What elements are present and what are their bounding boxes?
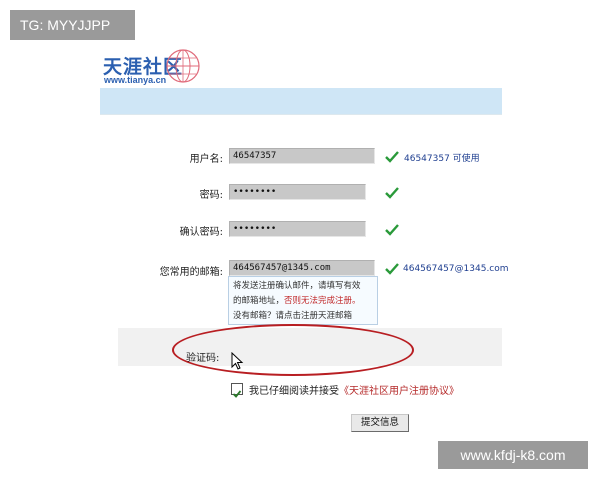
submit-button[interactable]: 提交信息 [351, 414, 409, 432]
username-label: 用户名: [189, 154, 223, 165]
agreement-link[interactable]: 《天涯社区用户注册协议》 [339, 386, 459, 397]
banner-divider [100, 114, 502, 115]
logo-url: www.tianya.cn [104, 75, 167, 85]
watermark-top-left: TG: MYYJJPP [10, 10, 135, 40]
register-tianya-mail-link[interactable]: 没有邮箱？请点击注册天涯邮箱 [233, 309, 373, 324]
email-tip-line2: 的邮箱地址，否则无法完成注册。 [233, 296, 361, 306]
email-input[interactable]: 464567457@1345.com [229, 260, 375, 276]
email-status: 464567457@1345.com [403, 264, 509, 274]
email-label: 您常用的邮箱: [159, 267, 223, 278]
email-tip-warning: 否则无法完成注册。 [284, 296, 361, 306]
tianya-logo[interactable]: 天涯社区 www.tianya.cn [103, 48, 203, 88]
password-input[interactable]: •••••••• [229, 184, 366, 200]
header-banner [100, 88, 502, 114]
agreement-checkbox[interactable] [231, 383, 243, 398]
check-icon [385, 151, 399, 163]
agreement-text: 我已仔细阅读并接受《天涯社区用户注册协议》 [249, 386, 459, 397]
captcha-label: 验证码: [186, 353, 220, 364]
checkbox-check-icon [232, 390, 242, 398]
email-tip-line1: 将发送注册确认邮件，请填写有效 [233, 281, 361, 291]
password-label: 密码: [199, 190, 223, 201]
username-status: 46547357 可使用 [404, 154, 480, 164]
check-icon [385, 224, 399, 236]
confirm-password-label: 确认密码: [179, 227, 223, 238]
cursor-icon [231, 352, 244, 370]
globe-logo-icon [166, 49, 200, 83]
email-tip-box: 将发送注册确认邮件，请填写有效 的邮箱地址，否则无法完成注册。 没有邮箱？请点击… [228, 276, 378, 325]
confirm-password-input[interactable]: •••••••• [229, 221, 366, 237]
watermark-bottom-right: www.kfdj-k8.com [438, 441, 588, 469]
check-icon [385, 187, 399, 199]
username-input[interactable]: 46547357 [229, 148, 375, 164]
check-icon [385, 263, 399, 275]
